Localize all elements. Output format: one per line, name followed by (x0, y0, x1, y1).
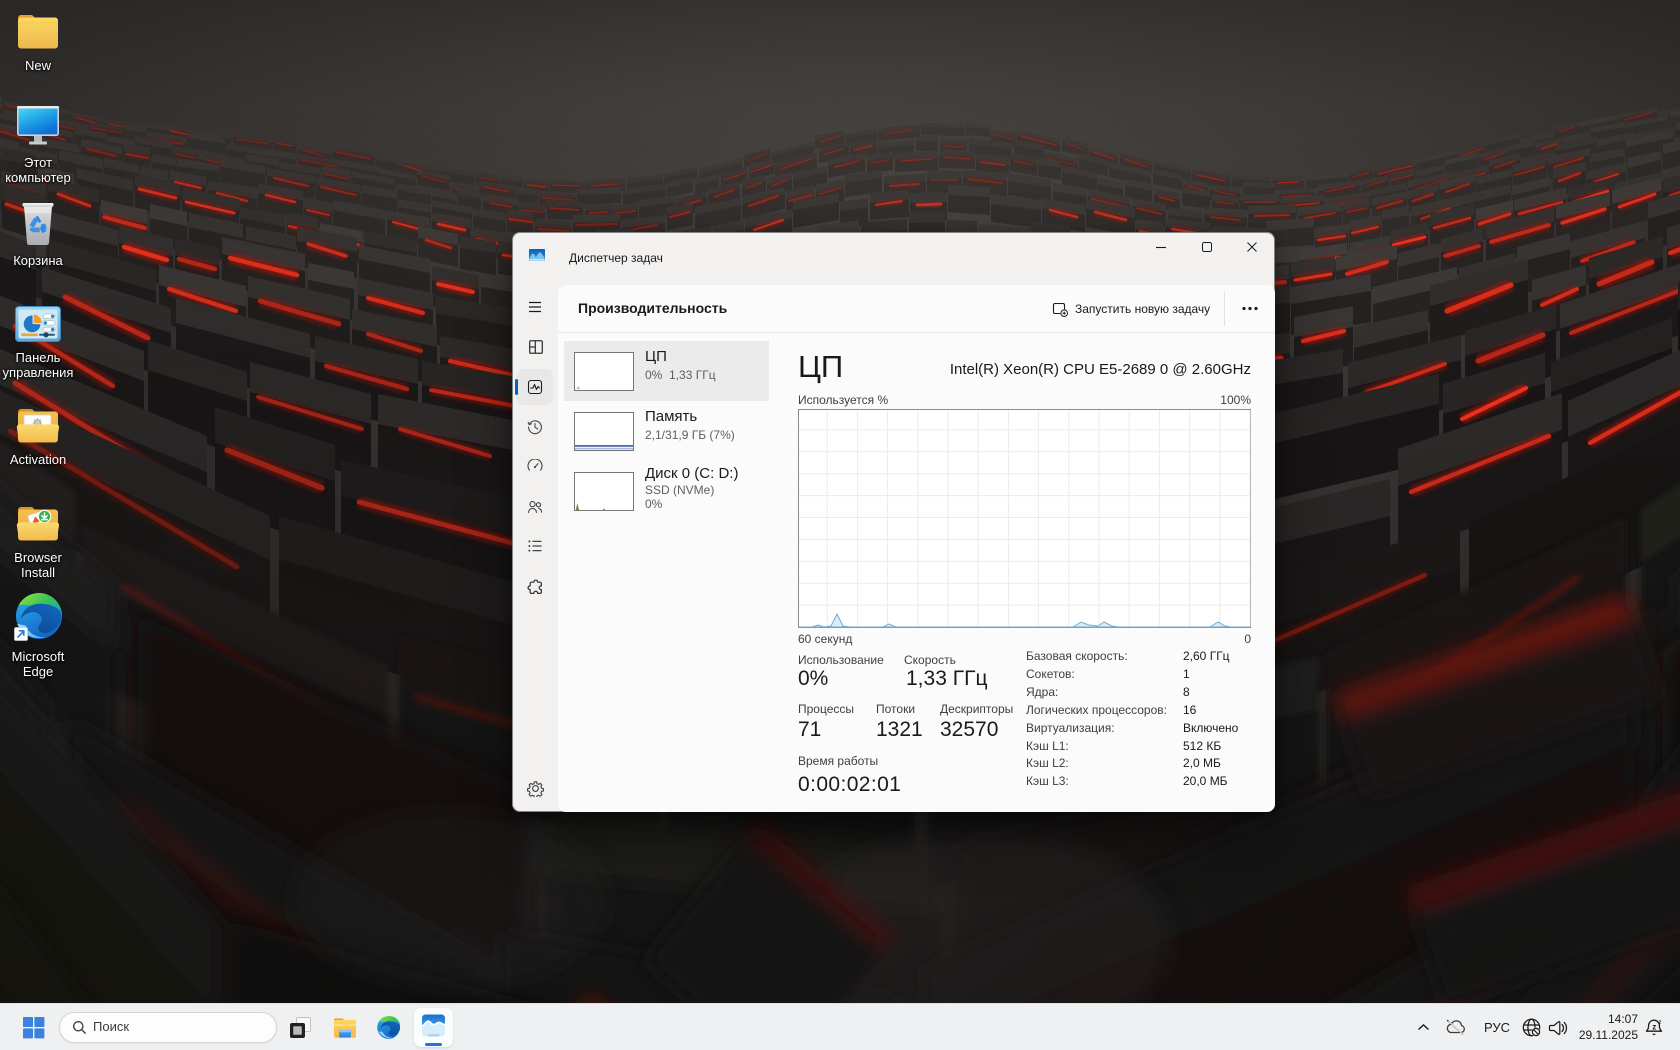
svg-text:z: z (1652, 1023, 1656, 1032)
svg-text:z: z (1659, 1020, 1662, 1026)
